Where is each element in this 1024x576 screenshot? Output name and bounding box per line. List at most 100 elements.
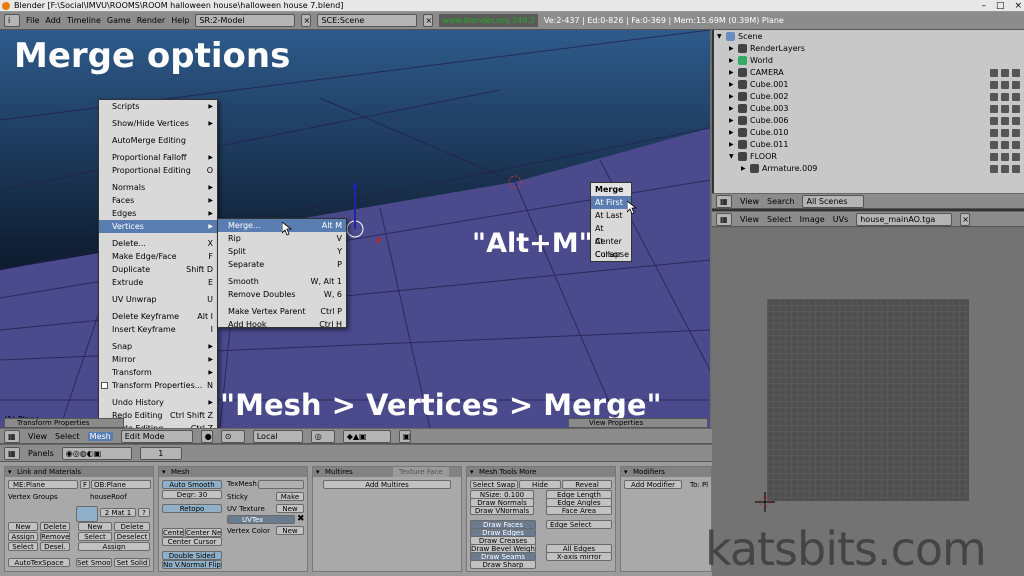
vertices-menu-item[interactable]: Separate P	[218, 258, 346, 271]
menu-add[interactable]: Add	[45, 16, 61, 25]
toggle-icon[interactable]	[1012, 153, 1020, 161]
merge-at-last[interactable]: At Last	[591, 209, 631, 222]
uv-select-menu[interactable]: Select	[767, 215, 792, 224]
material-color-swatch[interactable]	[76, 506, 98, 522]
visibility-toggles[interactable]	[990, 141, 1020, 149]
x-axis-mirror-toggle[interactable]: X-axis mirror	[546, 552, 612, 561]
vgroup-remove-button[interactable]: Remove	[40, 532, 70, 541]
menu-help[interactable]: Help	[171, 16, 189, 25]
toggle-icon[interactable]	[1012, 93, 1020, 101]
uvtex-delete-icon[interactable]: ✖	[297, 514, 305, 524]
menu-game[interactable]: Game	[107, 16, 131, 25]
expand-arrow-icon[interactable]: ▶	[741, 163, 746, 175]
outliner-scope-select[interactable]: All Scenes	[802, 194, 865, 208]
mesh-menu-item[interactable]: Faces ▶	[99, 194, 217, 207]
page-counter[interactable]: 1	[139, 446, 182, 460]
toggle-icon[interactable]	[1012, 105, 1020, 113]
material-deselect-button[interactable]: Deselect	[114, 532, 150, 541]
viewport-view-menu[interactable]: View	[28, 432, 47, 441]
toggle-icon[interactable]	[1012, 129, 1020, 137]
expand-arrow-icon[interactable]: ▼	[717, 31, 722, 43]
expand-arrow-icon[interactable]: ▼	[729, 151, 734, 163]
edge-select-mode[interactable]: Edge Select	[546, 520, 612, 529]
uv-uvs-menu[interactable]: UVs	[833, 215, 849, 224]
toggle-icon[interactable]	[990, 69, 998, 77]
outliner-search-menu[interactable]: Search	[767, 197, 794, 206]
blender-org-link[interactable]: www.blender.org 249.2	[439, 14, 538, 27]
uv-texture-new-button[interactable]: New	[276, 504, 304, 513]
center-cursor-button[interactable]: Center Cursor	[162, 537, 222, 546]
outliner-row[interactable]: ▶ CAMERA	[714, 67, 1024, 79]
mesh-menu-item[interactable]: Proportional Editing O	[99, 164, 217, 177]
vgroup-select-button[interactable]: Select	[8, 542, 38, 551]
material-assign-button[interactable]: Assign	[78, 542, 150, 551]
material-counter[interactable]: 2 Mat 1	[100, 508, 136, 517]
hide-button[interactable]: Hide	[519, 480, 561, 489]
visibility-toggles[interactable]	[990, 165, 1020, 173]
pivot-icon[interactable]: ⊙	[220, 429, 245, 443]
uv-view-menu[interactable]: View	[740, 215, 759, 224]
toggle-icon[interactable]	[990, 81, 998, 89]
object-name-field[interactable]: OB:Plane	[91, 480, 151, 489]
visibility-toggles[interactable]	[990, 81, 1020, 89]
material-delete-button[interactable]: Delete	[114, 522, 150, 531]
mesh-menu-item[interactable]: Extrude E	[99, 276, 217, 289]
mesh-menu-item[interactable]: Duplicate Shift D	[99, 263, 217, 276]
view-properties-tab[interactable]: View Properties	[568, 418, 708, 428]
toggle-icon[interactable]	[1012, 117, 1020, 125]
checkbox-icon[interactable]	[101, 382, 108, 389]
vertices-menu-item[interactable]: Add Hook Ctrl H	[218, 318, 346, 331]
vertices-menu-item[interactable]: Smooth W, Alt 1	[218, 275, 346, 288]
toggle-icon[interactable]	[990, 141, 998, 149]
material-new-button[interactable]: New	[78, 522, 112, 531]
vertices-menu-item[interactable]: Remove Doubles W, 6	[218, 288, 346, 301]
expand-arrow-icon[interactable]: ▶	[729, 115, 734, 127]
menu-timeline[interactable]: Timeline	[67, 16, 101, 25]
toggle-icon[interactable]	[1001, 69, 1009, 77]
menu-render[interactable]: Render	[137, 16, 165, 25]
auto-smooth-toggle[interactable]: Auto Smooth	[162, 480, 222, 489]
outliner-row[interactable]: ▶ World	[714, 55, 1024, 67]
mesh-menu-item[interactable]: Insert Keyframe I	[99, 323, 217, 336]
render-preview-icon[interactable]: ▣	[398, 429, 411, 443]
set-smooth-button[interactable]: Set Smoot	[76, 558, 112, 567]
expand-arrow-icon[interactable]: ▶	[729, 91, 734, 103]
sticky-make-button[interactable]: Make	[276, 492, 304, 501]
menu-file[interactable]: File	[26, 16, 39, 25]
draw-type-icon[interactable]: ●	[200, 429, 213, 443]
viewport-type-icon[interactable]: ▦	[4, 429, 20, 443]
panels-menu[interactable]: Panels	[28, 449, 54, 458]
scene-close-icon[interactable]: ×	[423, 14, 434, 27]
context-icons[interactable]: ◉◎◍◐▣	[61, 446, 132, 460]
visibility-toggles[interactable]	[990, 117, 1020, 125]
mesh-menu-item[interactable]: Mirror ▶	[99, 353, 217, 366]
toggle-icon[interactable]	[1012, 81, 1020, 89]
merge-at-center[interactable]: At Center	[591, 222, 631, 246]
no-vnormal-flip-toggle[interactable]: No V.Normal Flip	[162, 560, 222, 569]
merge-at-first[interactable]: At First	[591, 196, 631, 209]
visibility-toggles[interactable]	[990, 153, 1020, 161]
viewport-select-menu[interactable]: Select	[55, 432, 80, 441]
vertex-color-new-button[interactable]: New	[276, 526, 304, 535]
mesh-name-field[interactable]: ME:Plane	[8, 480, 78, 489]
fake-user-button[interactable]: F	[80, 480, 90, 489]
expand-arrow-icon[interactable]: ▶	[729, 139, 734, 151]
expand-arrow-icon[interactable]: ▶	[729, 79, 734, 91]
outliner-row[interactable]: ▶ Cube.003	[714, 103, 1024, 115]
expand-arrow-icon[interactable]: ▶	[729, 127, 734, 139]
outliner-row[interactable]: ▶ Cube.010	[714, 127, 1024, 139]
visibility-toggles[interactable]	[990, 69, 1020, 77]
viewport-mesh-menu[interactable]: Mesh	[87, 431, 113, 441]
toggle-icon[interactable]	[1012, 165, 1020, 173]
mesh-menu-item[interactable]: UV Unwrap U	[99, 293, 217, 306]
add-modifier-button[interactable]: Add Modifier	[624, 480, 682, 489]
uv-image-name[interactable]: house_mainAO.tga	[856, 212, 953, 226]
minimize-button[interactable]: –	[981, 1, 986, 11]
merge-collapse[interactable]: Collapse	[591, 248, 631, 261]
outliner-view-menu[interactable]: View	[740, 197, 759, 206]
texmesh-field[interactable]	[258, 480, 304, 489]
vgroup-delete-button[interactable]: Delete	[40, 522, 70, 531]
select-mode-icons[interactable]: ◆▲▣	[342, 429, 391, 443]
outliner-row[interactable]: ▶ RenderLayers	[714, 43, 1024, 55]
mesh-menu-item[interactable]: Vertices ▶	[99, 220, 217, 233]
